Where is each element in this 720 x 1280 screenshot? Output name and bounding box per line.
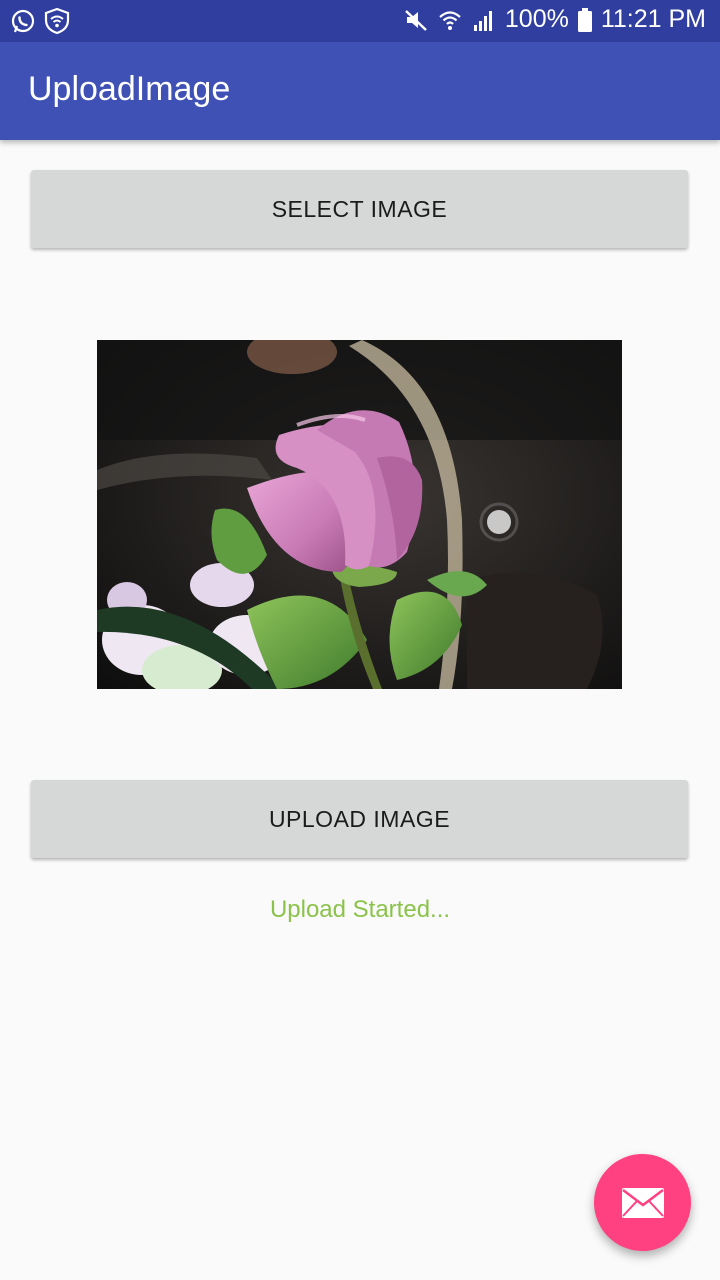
image-preview [97, 340, 622, 689]
app-bar: UploadImage [0, 42, 720, 140]
page-title: UploadImage [28, 70, 231, 108]
mute-icon [405, 9, 427, 31]
signal-icon [473, 10, 492, 31]
upload-status-text: Upload Started... [269, 896, 451, 923]
battery-percent: 100% [504, 5, 569, 33]
whatsapp-icon [11, 9, 35, 33]
mail-icon [621, 1187, 664, 1218]
pink-rose-photo [97, 340, 622, 689]
notification-icons [10, 7, 70, 35]
mail-fab-button[interactable] [594, 1154, 691, 1251]
select-image-button[interactable]: SELECT IMAGE [31, 170, 688, 248]
upload-image-button[interactable]: UPLOAD IMAGE [31, 780, 688, 858]
shield-wifi-icon [44, 7, 70, 35]
system-indicators: 100% 11:21 PM [403, 5, 706, 34]
battery-icon [577, 7, 592, 32]
clock: 11:21 PM [600, 5, 706, 33]
status-bar: 100% 11:21 PM [0, 0, 720, 42]
wifi-icon [439, 10, 461, 30]
